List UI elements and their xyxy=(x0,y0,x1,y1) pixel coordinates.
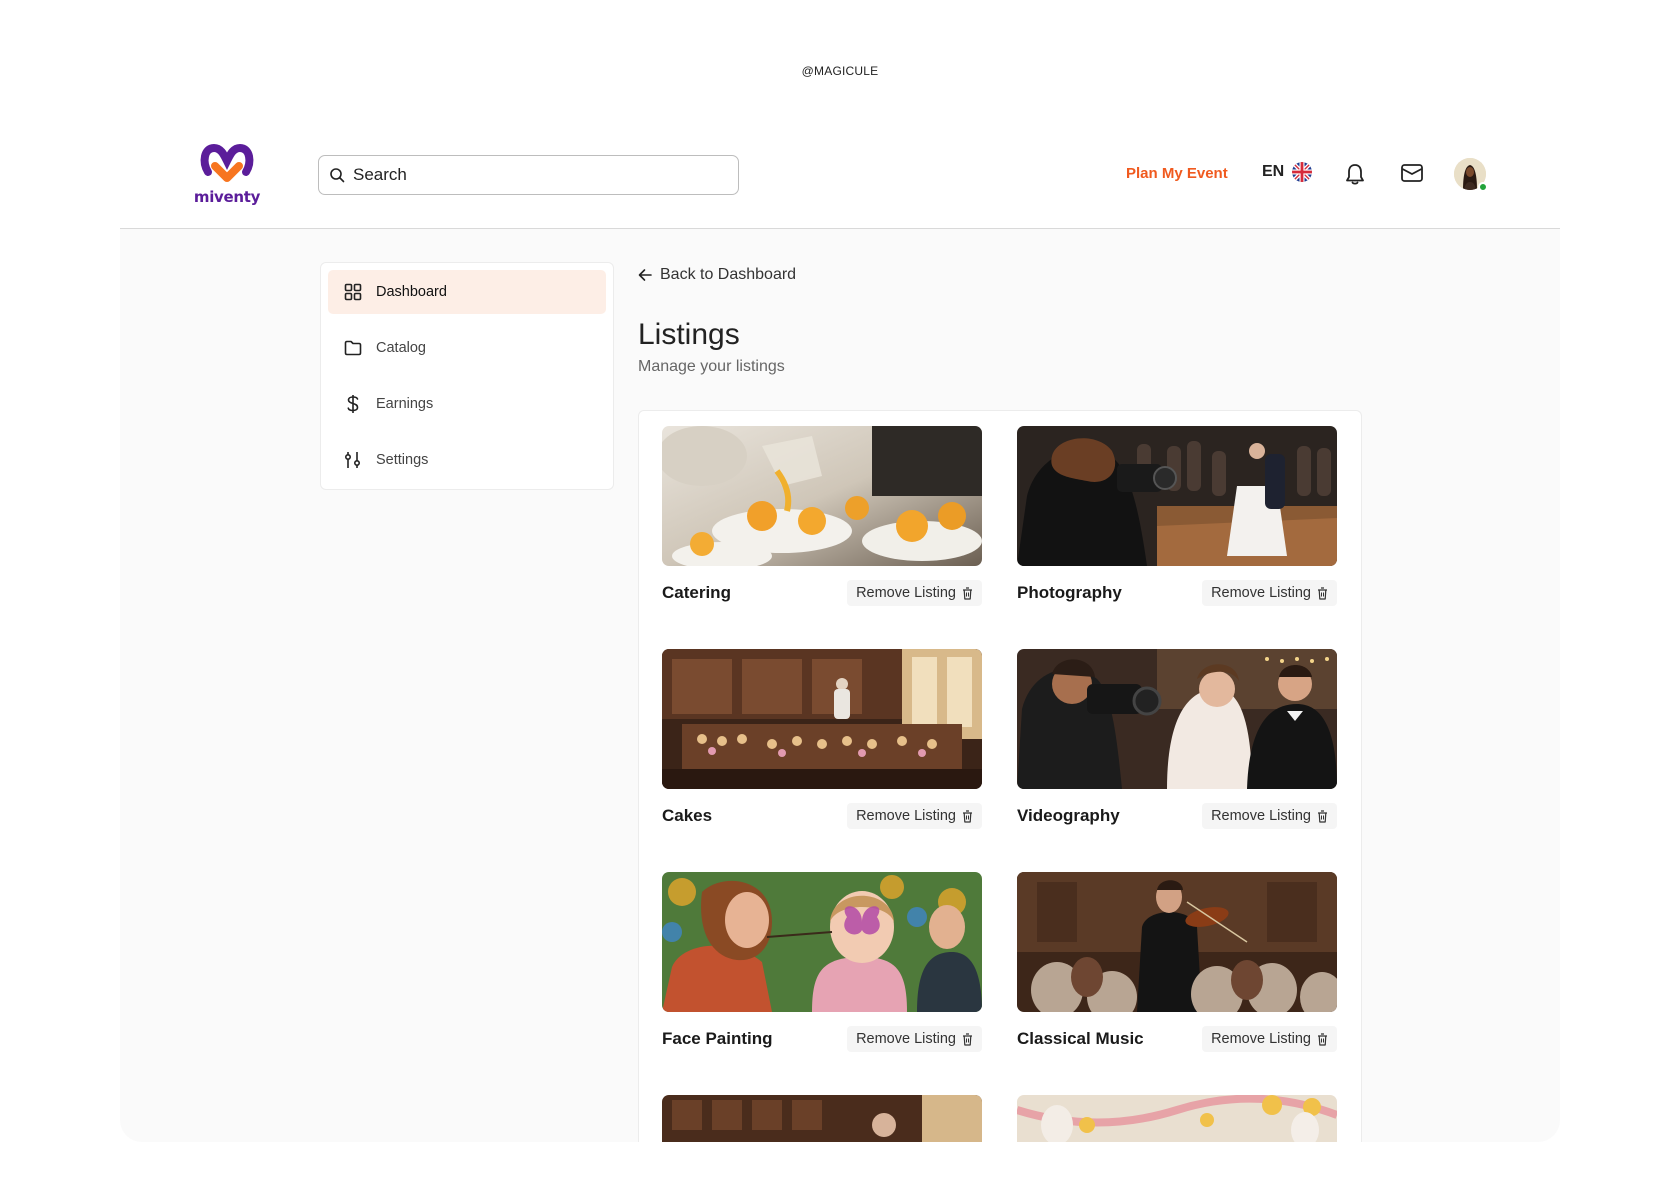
remove-listing-label: Remove Listing xyxy=(856,1031,956,1047)
balloons-image[interactable] xyxy=(1017,1095,1337,1142)
remove-listing-label: Remove Listing xyxy=(856,808,956,824)
remove-listing-button[interactable]: Remove Listing xyxy=(847,803,982,829)
arrow-left-icon xyxy=(638,269,652,281)
listing-card-footer: Face Painting Remove Listing xyxy=(662,1026,982,1052)
remove-listing-label: Remove Listing xyxy=(1211,1031,1311,1047)
remove-listing-button[interactable]: Remove Listing xyxy=(1202,803,1337,829)
photography-image[interactable] xyxy=(1017,426,1337,566)
bell-icon xyxy=(1346,164,1364,185)
sidebar-item-label: Settings xyxy=(376,452,429,468)
remove-listing-button[interactable]: Remove Listing xyxy=(847,580,982,606)
listing-card-face-painting: Face Painting Remove Listing xyxy=(662,872,982,1052)
listing-title: Catering xyxy=(662,583,731,602)
back-to-dashboard-link[interactable]: Back to Dashboard xyxy=(638,266,796,284)
grid-icon xyxy=(344,283,362,301)
trash-icon xyxy=(963,1032,972,1046)
listings-panel: Catering Remove Listing Photography Remo… xyxy=(638,410,1362,1142)
notifications-button[interactable] xyxy=(1344,162,1366,191)
videography-image[interactable] xyxy=(1017,649,1337,789)
catering-image[interactable] xyxy=(662,426,982,566)
brand-logo[interactable]: miventy xyxy=(192,142,262,206)
listing-card-catering: Catering Remove Listing xyxy=(662,426,982,606)
listing-card-photography: Photography Remove Listing xyxy=(1017,426,1337,606)
trash-icon xyxy=(1318,809,1327,823)
classical-music-image[interactable] xyxy=(1017,872,1337,1012)
language-code: EN xyxy=(1262,163,1285,180)
trash-icon xyxy=(963,586,972,600)
remove-listing-label: Remove Listing xyxy=(1211,585,1311,601)
trash-icon xyxy=(1318,1032,1327,1046)
listing-title: Face Painting xyxy=(662,1029,773,1048)
online-status-dot xyxy=(1478,182,1488,192)
page-subtitle: Manage your listings xyxy=(638,358,785,375)
mail-icon xyxy=(1401,164,1423,182)
search-input[interactable] xyxy=(353,165,713,185)
listing-card-classical-music: Classical Music Remove Listing xyxy=(1017,872,1337,1052)
top-bar: miventy Plan My Event EN xyxy=(120,118,1560,229)
cakes-image[interactable] xyxy=(662,649,982,789)
bakery-image[interactable] xyxy=(662,1095,982,1142)
remove-listing-button[interactable]: Remove Listing xyxy=(1202,580,1337,606)
language-selector[interactable]: EN xyxy=(1262,162,1313,182)
listing-card-footer: Cakes Remove Listing xyxy=(662,803,982,829)
listing-card-footer: Videography Remove Listing xyxy=(1017,803,1337,829)
app-frame: miventy Plan My Event EN xyxy=(120,118,1560,1142)
sidebar-item-catalog[interactable]: Catalog xyxy=(328,326,606,370)
search-bar[interactable] xyxy=(318,155,739,195)
listing-card-footer: Catering Remove Listing xyxy=(662,580,982,606)
trash-icon xyxy=(1318,586,1327,600)
watermark: @MAGICULE xyxy=(801,64,879,78)
sidebar-item-label: Catalog xyxy=(376,340,426,356)
search-icon xyxy=(330,168,345,183)
remove-listing-button[interactable]: Remove Listing xyxy=(1202,1026,1337,1052)
remove-listing-label: Remove Listing xyxy=(1211,808,1311,824)
sidebar-item-dashboard[interactable]: Dashboard xyxy=(328,270,606,314)
face-painting-image[interactable] xyxy=(662,872,982,1012)
plan-my-event-link[interactable]: Plan My Event xyxy=(1126,165,1228,182)
listing-card-footer: Classical Music Remove Listing xyxy=(1017,1026,1337,1052)
dollar-icon xyxy=(347,395,359,413)
folder-icon xyxy=(344,340,362,356)
remove-listing-button[interactable]: Remove Listing xyxy=(847,1026,982,1052)
sidebar-item-settings[interactable]: Settings xyxy=(328,438,606,482)
brand-name: miventy xyxy=(193,188,261,206)
uk-flag-icon xyxy=(1292,162,1313,182)
listing-card-partial xyxy=(1017,1095,1337,1142)
page-title: Listings xyxy=(638,318,740,351)
listing-title: Cakes xyxy=(662,806,713,825)
sidebar-item-earnings[interactable]: Earnings xyxy=(328,382,606,426)
sidebar-item-label: Earnings xyxy=(376,396,434,412)
back-label: Back to Dashboard xyxy=(660,266,797,283)
listing-card-cakes: Cakes Remove Listing xyxy=(662,649,982,829)
messages-button[interactable] xyxy=(1400,163,1424,188)
remove-listing-label: Remove Listing xyxy=(856,585,956,601)
listing-title: Photography xyxy=(1017,583,1122,602)
logo-mark-icon xyxy=(200,143,254,182)
listing-card-footer: Photography Remove Listing xyxy=(1017,580,1337,606)
sidebar-item-label: Dashboard xyxy=(376,284,447,300)
listing-card-partial xyxy=(662,1095,982,1142)
listing-title: Classical Music xyxy=(1017,1029,1144,1048)
trash-icon xyxy=(963,809,972,823)
sliders-icon xyxy=(344,452,361,468)
listing-card-videography: Videography Remove Listing xyxy=(1017,649,1337,829)
listing-title: Videography xyxy=(1017,806,1120,825)
sidebar: Dashboard Catalog Earnings Settings xyxy=(320,262,614,490)
